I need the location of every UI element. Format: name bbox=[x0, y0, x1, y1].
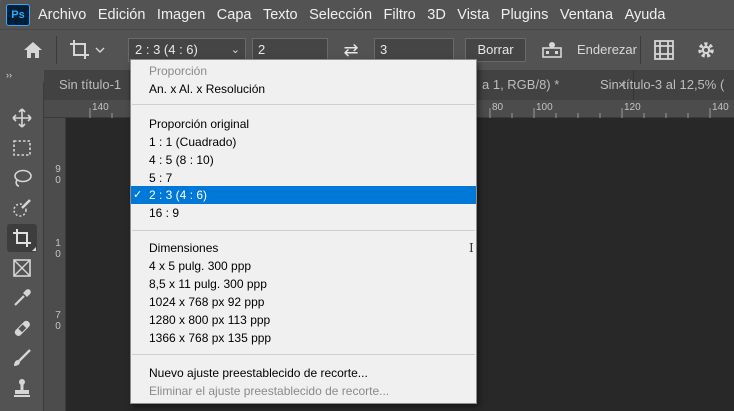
move-tool[interactable] bbox=[7, 104, 37, 132]
menu-capa[interactable]: Capa bbox=[217, 7, 252, 23]
tool-group-indicator bbox=[32, 247, 36, 251]
menu-bar: Ps Archivo Edición Imagen Capa Texto Sel… bbox=[0, 0, 734, 29]
option-ratio-16-9[interactable]: 16 : 9 bbox=[131, 204, 476, 222]
tab-document-3[interactable]: Sin título-3 al 12,5% ( bbox=[597, 70, 734, 100]
option-label: 2 : 3 (4 : 6) bbox=[149, 188, 208, 202]
move-icon bbox=[12, 108, 32, 128]
ruler-digit: 0 bbox=[55, 249, 61, 260]
frame-icon bbox=[13, 259, 31, 277]
toolbar-collapse-toggle[interactable]: ›› bbox=[0, 70, 44, 82]
healing-brush-tool[interactable] bbox=[7, 314, 37, 342]
vertical-ruler: 9 0 1 0 7 0 bbox=[44, 118, 66, 411]
photoshop-logo-icon: Ps bbox=[6, 3, 30, 26]
eyedropper-icon bbox=[14, 289, 31, 306]
dropdown-separator bbox=[132, 230, 475, 231]
option-8-5x11-300ppp[interactable]: 8,5 x 11 pulg. 300 ppp bbox=[131, 275, 476, 293]
menu-seleccion[interactable]: Selección bbox=[309, 7, 372, 23]
option-delete-crop-preset: Eliminar el ajuste preestablecido de rec… bbox=[149, 384, 390, 398]
dropdown-header-ratio: Proporción bbox=[149, 64, 208, 78]
menu-archivo[interactable]: Archivo bbox=[38, 7, 86, 23]
menu-imagen[interactable]: Imagen bbox=[157, 7, 205, 23]
tab-label: Sin título-3 al 12,5% ( bbox=[600, 77, 725, 92]
straighten-label[interactable]: Enderezar bbox=[577, 42, 637, 57]
checkmark-icon: ✓ bbox=[133, 189, 143, 201]
menu-texto[interactable]: Texto bbox=[263, 7, 298, 23]
option-1024x768-92ppp[interactable]: 1024 x 768 px 92 ppp bbox=[131, 293, 476, 311]
menu-ventana[interactable]: Ventana bbox=[560, 7, 613, 23]
ruler-digit: 0 bbox=[55, 321, 61, 332]
ruler-label: 100 bbox=[536, 102, 553, 113]
ruler-digit: 1 bbox=[55, 238, 61, 249]
option-1280x800-113ppp[interactable]: 1280 x 800 px 113 ppp bbox=[131, 311, 476, 329]
eyedropper-tool[interactable] bbox=[7, 284, 37, 312]
text-cursor-icon: I bbox=[469, 241, 474, 255]
bandage-icon bbox=[14, 320, 30, 336]
tab-label: a 1, RGB/8) * bbox=[482, 77, 560, 92]
option-1366x768-135ppp[interactable]: 1366 x 768 px 135 ppp bbox=[131, 329, 476, 347]
ruler-digit: 0 bbox=[55, 175, 61, 186]
menu-filtro[interactable]: Filtro bbox=[384, 7, 416, 23]
swap-dimensions-icon[interactable]: ⇄ bbox=[338, 39, 364, 61]
ruler-digit: 7 bbox=[55, 310, 61, 321]
dropdown-separator bbox=[132, 104, 475, 105]
ruler-label: 9 0 bbox=[53, 164, 63, 186]
ruler-label: 140 bbox=[712, 102, 729, 113]
menu-vista[interactable]: Vista bbox=[457, 7, 489, 23]
chevron-down-icon: ⌄ bbox=[230, 44, 240, 56]
crop-ratio-dropdown: Proporción An. x Al. x Resolución Propor… bbox=[130, 59, 477, 404]
option-4x5-300ppp[interactable]: 4 x 5 pulg. 300 ppp bbox=[131, 257, 476, 275]
option-ratio-2-3[interactable]: ✓ 2 : 3 (4 : 6) bbox=[131, 186, 476, 204]
option-dimensions-header[interactable]: Dimensiones bbox=[131, 239, 476, 257]
separator bbox=[640, 36, 641, 64]
tab-label: Sin título-1 bbox=[59, 77, 122, 92]
option-width-height-resolution[interactable]: An. x Al. x Resolución bbox=[131, 80, 476, 98]
brush-icon bbox=[14, 349, 31, 366]
lasso-icon bbox=[14, 169, 32, 187]
marquee-icon bbox=[13, 140, 31, 156]
ruler-label: 140 bbox=[92, 102, 109, 113]
quick-selection-tool[interactable] bbox=[7, 194, 37, 222]
stamp-icon bbox=[14, 379, 30, 397]
clone-stamp-tool[interactable] bbox=[7, 374, 37, 402]
lasso-tool[interactable] bbox=[7, 164, 37, 192]
ruler-label: 7 0 bbox=[53, 310, 63, 332]
separator bbox=[56, 36, 57, 64]
crop-tool[interactable] bbox=[7, 224, 37, 252]
marquee-tool[interactable] bbox=[7, 134, 37, 162]
tab-document-1[interactable]: Sin título-1 bbox=[44, 70, 130, 100]
dropdown-separator bbox=[132, 354, 475, 355]
frame-tool[interactable] bbox=[7, 254, 37, 282]
tools-panel bbox=[0, 82, 44, 411]
ruler-label: 80 bbox=[492, 102, 504, 113]
gear-icon[interactable] bbox=[694, 38, 718, 62]
brush-tool[interactable] bbox=[7, 344, 37, 372]
menu-edicion[interactable]: Edición bbox=[98, 7, 146, 23]
menu-3d[interactable]: 3D bbox=[427, 7, 446, 23]
straighten-icon[interactable] bbox=[540, 39, 564, 61]
option-original-ratio[interactable]: Proporción original bbox=[131, 115, 476, 133]
option-ratio-5-7[interactable]: 5 : 7 bbox=[131, 169, 476, 187]
ruler-digit: 9 bbox=[55, 164, 61, 175]
crop-ratio-value: 2 : 3 (4 : 6) bbox=[135, 42, 198, 57]
crop-preset-picker[interactable] bbox=[68, 37, 112, 63]
home-icon[interactable] bbox=[20, 39, 46, 61]
crop-icon bbox=[13, 229, 31, 247]
option-ratio-4-5[interactable]: 4 : 5 (8 : 10) bbox=[131, 151, 476, 169]
option-ratio-1-1[interactable]: 1 : 1 (Cuadrado) bbox=[131, 133, 476, 151]
photoshop-window: Ps Archivo Edición Imagen Capa Texto Sel… bbox=[0, 0, 734, 411]
ruler-label: 1 0 bbox=[53, 238, 63, 260]
crop-icon bbox=[70, 40, 105, 59]
quick-selection-icon bbox=[13, 199, 31, 217]
menu-ayuda[interactable]: Ayuda bbox=[625, 7, 666, 23]
grid-overlay-icon[interactable] bbox=[652, 38, 676, 62]
menu-plugins[interactable]: Plugins bbox=[501, 7, 549, 23]
ruler-label: 120 bbox=[624, 102, 641, 113]
option-new-crop-preset[interactable]: Nuevo ajuste preestablecido de recorte..… bbox=[131, 364, 476, 382]
